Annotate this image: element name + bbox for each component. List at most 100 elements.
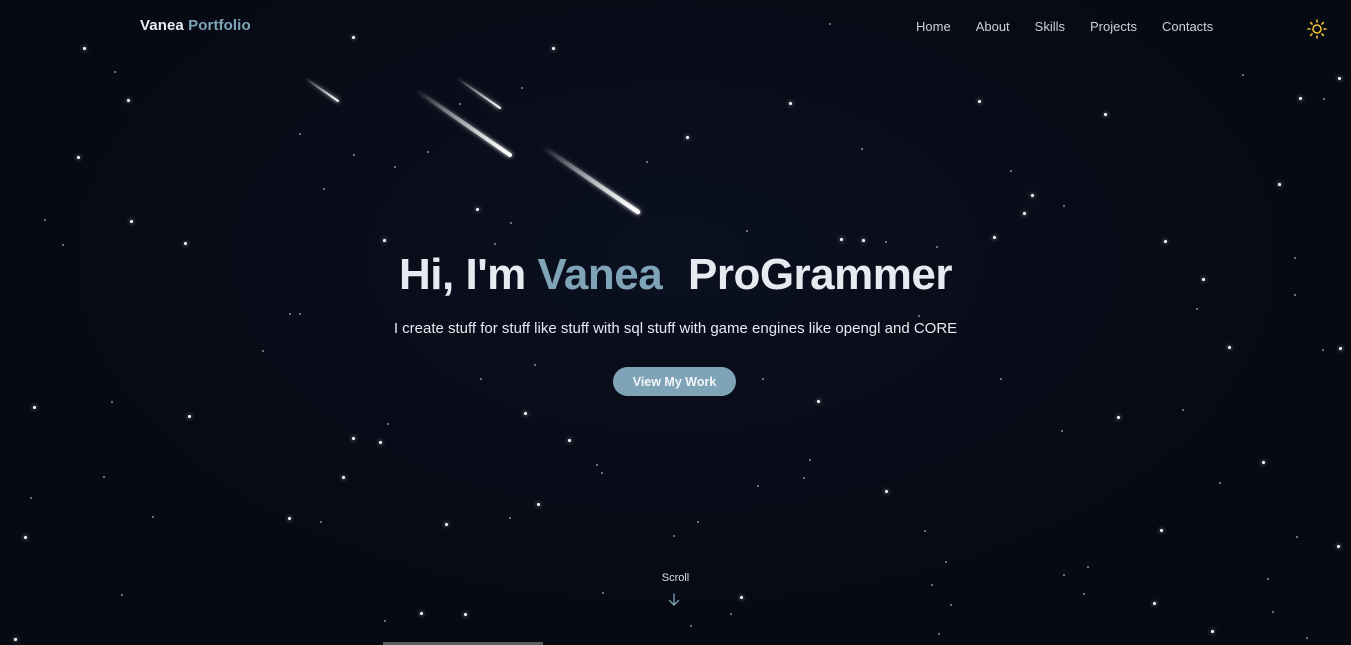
star xyxy=(1299,97,1302,100)
hero-role: ProGrammer xyxy=(687,250,953,299)
brand-first: Vanea xyxy=(140,17,184,34)
star xyxy=(740,596,743,599)
star xyxy=(1061,430,1063,432)
star xyxy=(121,594,123,596)
star xyxy=(480,378,482,380)
star xyxy=(1117,416,1120,419)
star xyxy=(840,238,843,241)
hero-greeting: Hi, I'm xyxy=(399,250,526,299)
star xyxy=(686,136,689,139)
star xyxy=(1104,113,1107,116)
star xyxy=(885,490,888,493)
star xyxy=(44,219,46,221)
star xyxy=(762,378,764,380)
star xyxy=(77,156,80,159)
star xyxy=(130,220,133,223)
star xyxy=(111,401,113,403)
star xyxy=(184,242,187,245)
star xyxy=(262,350,264,352)
star xyxy=(521,87,523,89)
star xyxy=(1196,308,1198,310)
theme-toggle-button[interactable] xyxy=(1307,19,1327,39)
star xyxy=(384,620,386,622)
arrow-down-icon xyxy=(668,593,680,606)
star xyxy=(1337,545,1340,548)
nav-item-contacts[interactable]: Contacts xyxy=(1162,19,1213,34)
star xyxy=(24,536,27,539)
hero-section: Vanea Portfolio Home About Skills Projec… xyxy=(0,0,1351,645)
scroll-label: Scroll xyxy=(661,572,690,584)
star xyxy=(1023,212,1026,215)
star xyxy=(14,638,17,641)
star xyxy=(918,315,920,317)
star xyxy=(387,423,389,425)
star xyxy=(445,523,448,526)
nav-item-projects[interactable]: Projects xyxy=(1090,19,1137,34)
star xyxy=(746,230,748,232)
nav-item-skills[interactable]: Skills xyxy=(1035,19,1065,34)
star xyxy=(596,464,598,466)
star xyxy=(673,535,675,537)
star xyxy=(601,472,603,474)
star xyxy=(494,243,496,245)
star xyxy=(1211,630,1214,633)
star xyxy=(188,415,191,418)
star xyxy=(320,521,322,523)
star xyxy=(936,246,938,248)
star xyxy=(646,161,648,163)
star xyxy=(383,239,386,242)
star xyxy=(1338,77,1341,80)
nav-item-about[interactable]: About xyxy=(976,19,1010,34)
star xyxy=(1278,183,1281,186)
top-navbar: Vanea Portfolio Home About Skills Projec… xyxy=(0,0,1351,52)
star xyxy=(817,400,820,403)
star xyxy=(1272,611,1274,613)
star xyxy=(476,208,479,211)
star xyxy=(1228,346,1231,349)
star xyxy=(1296,536,1298,538)
star xyxy=(1153,602,1156,605)
star xyxy=(1164,240,1167,243)
star xyxy=(1087,566,1089,568)
star xyxy=(1000,378,1002,380)
hero-name: Vanea xyxy=(537,250,663,299)
star xyxy=(1322,349,1324,351)
star xyxy=(464,613,467,616)
star xyxy=(945,561,947,563)
star xyxy=(924,530,926,532)
star xyxy=(1083,593,1085,595)
star xyxy=(861,148,863,150)
view-my-work-button[interactable]: View My Work xyxy=(613,367,736,396)
star xyxy=(103,476,105,478)
star xyxy=(524,412,527,415)
star xyxy=(1031,194,1034,197)
star xyxy=(342,476,345,479)
star xyxy=(33,406,36,409)
star xyxy=(352,437,355,440)
star xyxy=(730,613,732,615)
star xyxy=(323,188,325,190)
star xyxy=(978,100,981,103)
star xyxy=(885,241,887,243)
star xyxy=(1262,461,1265,464)
star xyxy=(950,604,952,606)
scroll-down-button[interactable] xyxy=(667,592,681,608)
star xyxy=(938,633,940,635)
nav-item-home[interactable]: Home xyxy=(916,19,951,34)
hero-heading: Hi, I'm Vanea ProGrammer xyxy=(0,250,1351,300)
star xyxy=(993,236,996,239)
brand-logo[interactable]: Vanea Portfolio xyxy=(140,17,251,34)
star xyxy=(427,151,429,153)
star xyxy=(379,441,382,444)
hero-subtitle: I create stuff for stuff like stuff with… xyxy=(393,320,958,337)
star xyxy=(299,133,301,135)
brand-second: Portfolio xyxy=(188,17,251,34)
star xyxy=(602,592,604,594)
star xyxy=(288,517,291,520)
star xyxy=(30,497,32,499)
star xyxy=(114,71,116,73)
star xyxy=(757,485,759,487)
star xyxy=(1323,98,1325,100)
star xyxy=(803,477,805,479)
star xyxy=(1010,170,1012,172)
